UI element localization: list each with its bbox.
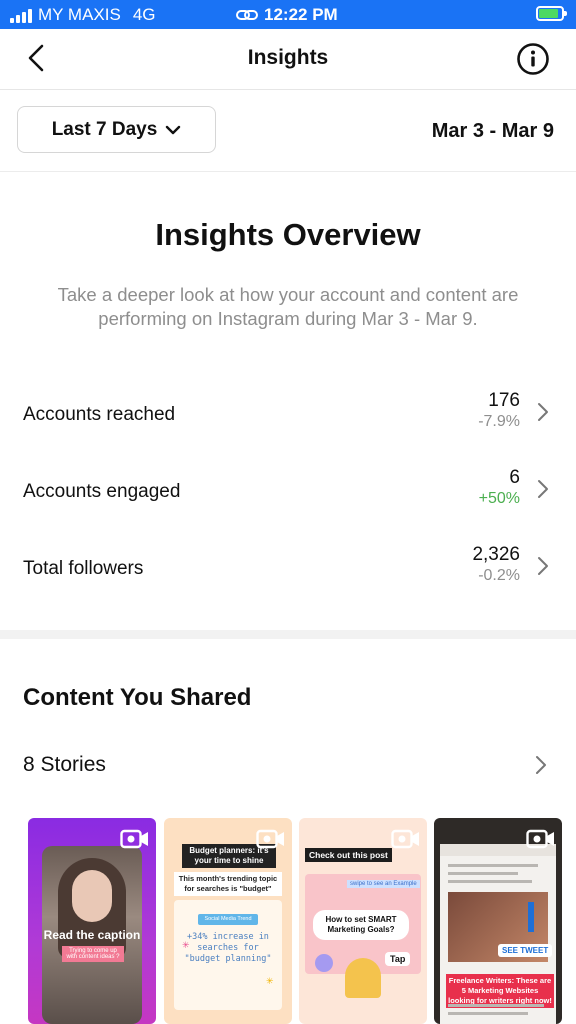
chevron-down-icon	[166, 125, 181, 134]
story-tap-label: Tap	[385, 952, 411, 966]
metric-label: Accounts engaged	[23, 481, 181, 502]
text-line	[448, 872, 518, 875]
story-thumbnail[interactable]: Check out this post swipe to see an Exam…	[299, 818, 427, 1024]
metric-total-followers[interactable]: Total followers 2,326 -0.2%	[0, 544, 576, 604]
story-caption: Read the caption	[43, 928, 141, 942]
date-range-dropdown-label: Last 7 Days	[51, 118, 158, 140]
signal-icon	[10, 7, 32, 23]
sparkle-icon: ✳	[266, 976, 274, 986]
metric-label: Accounts reached	[23, 404, 176, 425]
metric-change: -7.9%	[478, 413, 520, 430]
filter-bar: Last 7 Days Mar 3 - Mar 9	[0, 90, 576, 172]
story-subheadline: This month's trending topic for searches…	[174, 872, 282, 896]
video-camera-icon	[526, 829, 554, 849]
story-pill: Social Media Trend	[198, 914, 258, 925]
video-camera-icon	[256, 829, 284, 849]
text-line	[448, 880, 532, 883]
metric-value: 6	[509, 467, 520, 488]
text-line	[448, 1012, 528, 1015]
text-line	[448, 864, 538, 867]
carrier-name: MY MAXIS	[38, 5, 121, 24]
carrier-info: MY MAXIS 4G	[10, 5, 156, 25]
overview-description: Take a deeper look at how your account a…	[57, 284, 519, 329]
network-type: 4G	[132, 5, 156, 24]
battery-level	[539, 9, 558, 18]
info-circle-icon[interactable]	[516, 42, 550, 76]
story-question: How to set SMART Marketing Goals?	[313, 910, 409, 940]
story-card: Social Media Trend +34% increase in sear…	[174, 900, 282, 1010]
metric-change: -0.2%	[478, 567, 520, 584]
story-thumbnail[interactable]: SEE TWEET Freelance Writers: These are 5…	[434, 818, 562, 1024]
link-icon	[236, 10, 258, 20]
story-stat: +34% increase in searches for "budget pl…	[184, 932, 272, 964]
story-illustration	[345, 958, 381, 998]
page-title: Insights	[247, 46, 329, 69]
metric-change: +50%	[478, 490, 520, 507]
metric-accounts-reached[interactable]: Accounts reached 176 -7.9%	[0, 390, 576, 450]
chevron-right-icon	[538, 480, 548, 498]
status-time: 12:22 PM	[264, 5, 338, 24]
chevron-right-icon	[536, 756, 546, 774]
chevron-right-icon	[538, 557, 548, 575]
date-range-dropdown[interactable]: Last 7 Days	[17, 106, 216, 153]
story-subcaption: Trying to come up with content ideas ?	[62, 946, 124, 962]
text-line	[448, 1004, 544, 1007]
chevron-right-icon	[538, 403, 548, 421]
story-swipe-hint: swipe to see an Example	[347, 880, 420, 888]
battery-icon	[536, 6, 567, 21]
status-bar: MY MAXIS 4G 12:22 PM	[0, 0, 576, 29]
story-thumbnail[interactable]: Read the caption Trying to come up with …	[28, 818, 156, 1024]
story-photo-face	[72, 870, 112, 922]
video-camera-icon	[391, 829, 419, 849]
status-time-group: 12:22 PM	[236, 5, 338, 25]
metric-value: 2,326	[472, 544, 520, 565]
date-range-text: Mar 3 - Mar 9	[431, 120, 554, 142]
story-header: Check out this post	[305, 848, 392, 862]
overview-title: Insights Overview	[155, 217, 421, 252]
video-camera-icon	[120, 829, 148, 849]
see-tweet-label: SEE TWEET	[498, 944, 553, 957]
section-divider	[0, 630, 576, 639]
stories-label: 8 Stories	[23, 753, 106, 776]
story-banner: Freelance Writers: These are 5 Marketing…	[446, 974, 554, 1008]
arrow-down-icon	[528, 902, 534, 932]
story-thumbnails: Read the caption Trying to come up with …	[28, 818, 576, 1024]
story-screenshot: SEE TWEET Freelance Writers: These are 5…	[440, 844, 556, 1024]
stories-row[interactable]: 8 Stories	[0, 745, 576, 785]
content-section-title: Content You Shared	[23, 684, 252, 711]
metric-label: Total followers	[23, 558, 144, 579]
nav-bar: Insights	[0, 29, 576, 90]
smiley-icon	[315, 954, 333, 972]
metric-accounts-engaged[interactable]: Accounts engaged 6 +50%	[0, 467, 576, 527]
sparkle-icon: ✳	[182, 940, 190, 950]
metric-value: 176	[488, 390, 520, 411]
story-thumbnail[interactable]: Budget planners: it's your time to shine…	[164, 818, 292, 1024]
